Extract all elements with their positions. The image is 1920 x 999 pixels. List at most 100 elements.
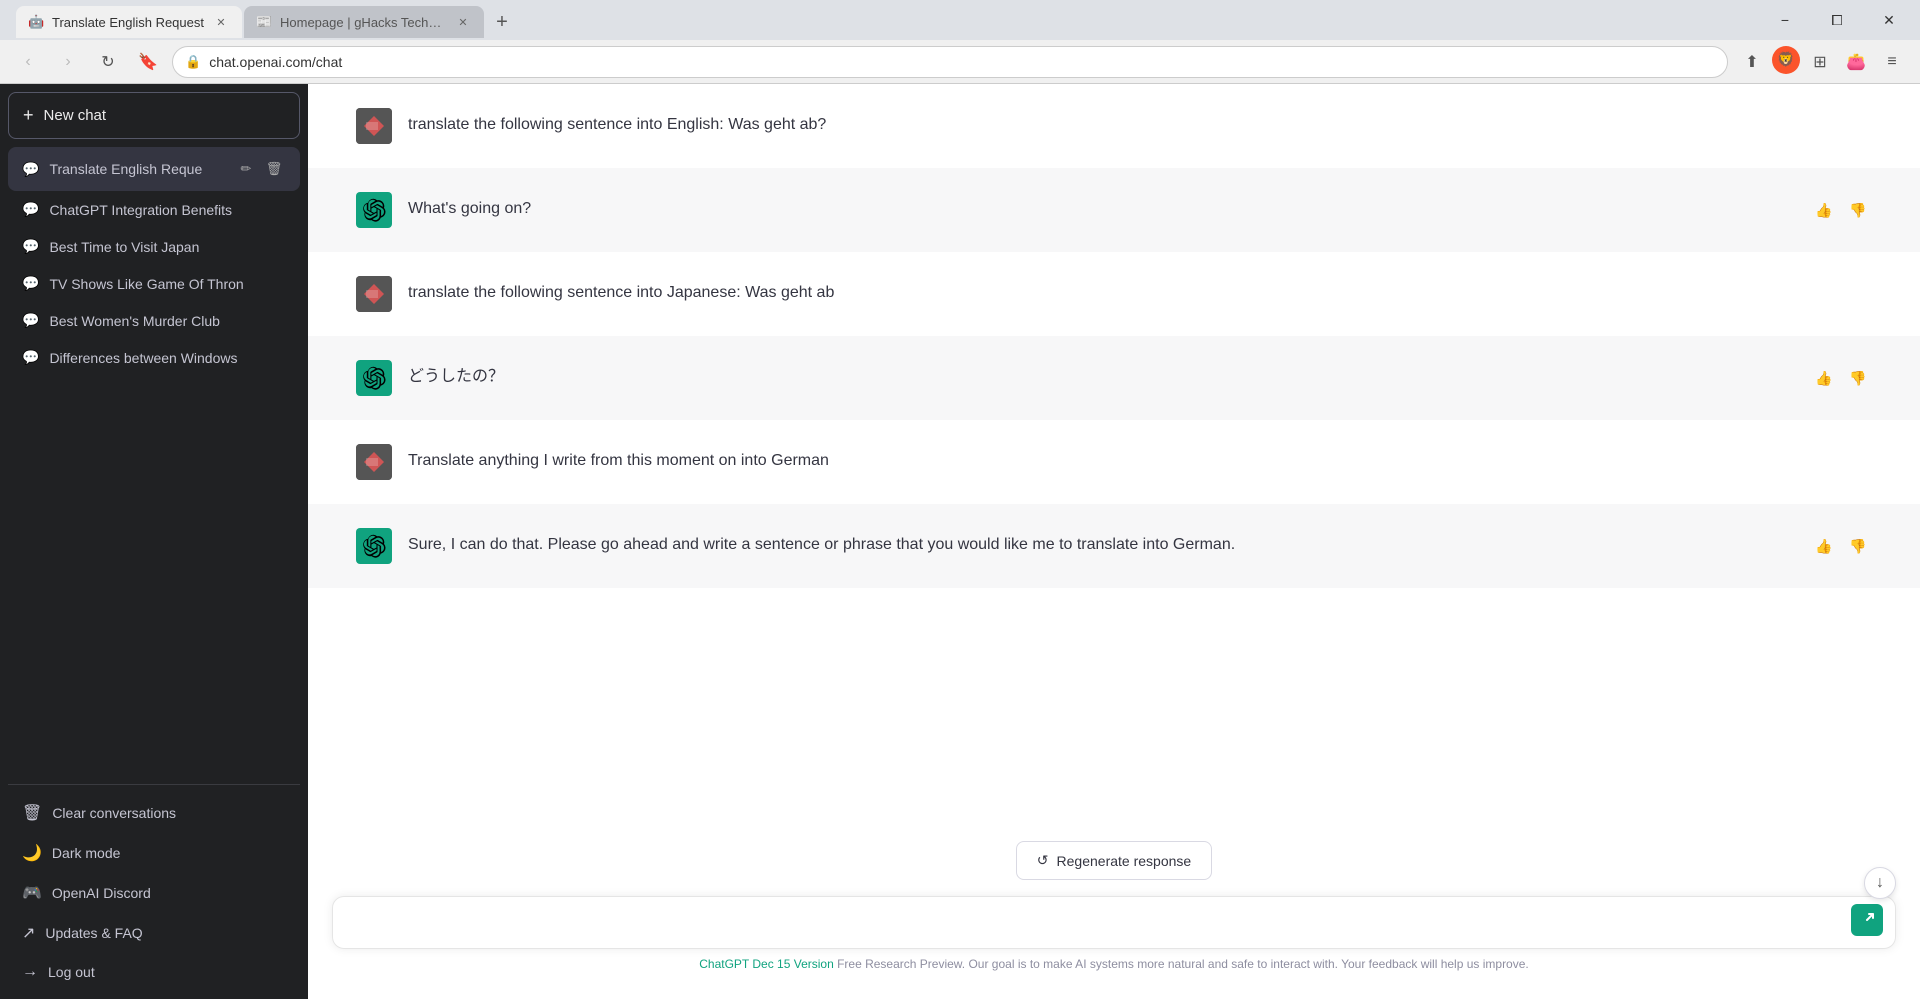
title-bar: 🤖 Translate English Request ✕ 📰 Homepage…	[0, 0, 1920, 40]
tab-ghacks[interactable]: 📰 Homepage | gHacks Technology News ✕	[244, 6, 484, 38]
chat-main: translate the following sentence into En…	[308, 84, 1920, 999]
thumbs-up-button-2[interactable]: 👍	[1810, 196, 1838, 224]
chat-item-label-1: ChatGPT Integration Benefits	[49, 202, 286, 218]
sidebar: + New chat 💬 Translate English Reque ✏ 🗑…	[0, 84, 308, 999]
new-chat-button[interactable]: + New chat	[8, 92, 300, 139]
message-content-2: What's going on?	[408, 192, 1308, 228]
dark-mode-button[interactable]: 🌙 Dark mode	[8, 833, 300, 873]
message-row-6: Sure, I can do that. Please go ahead and…	[308, 504, 1920, 588]
chat-bubble-icon-5: 💬	[22, 349, 39, 366]
updates-faq-label: Updates & FAQ	[45, 925, 142, 941]
chat-item-actions-0: ✏ 🗑	[234, 157, 286, 181]
chat-item-label-2: Best Time to Visit Japan	[49, 239, 286, 255]
new-chat-label: New chat	[44, 107, 107, 124]
thumbs-down-button-2[interactable]: 👎	[1844, 196, 1872, 224]
tab-close-1[interactable]: ✕	[212, 13, 230, 31]
thumbs-down-button-4[interactable]: 👎	[1844, 364, 1872, 392]
chat-bubble-icon-0: 💬	[22, 161, 39, 178]
close-button[interactable]: ✕	[1866, 4, 1912, 36]
chat-input[interactable]	[333, 897, 1895, 943]
sidebar-item-translate-english[interactable]: 💬 Translate English Reque ✏ 🗑	[8, 147, 300, 191]
thumbs-up-button-4[interactable]: 👍	[1810, 364, 1838, 392]
chatgpt-avatar-2	[356, 192, 392, 228]
trash-icon: 🗑	[22, 803, 42, 823]
openai-discord-button[interactable]: 🎮 OpenAI Discord	[8, 873, 300, 913]
chatgpt-avatar-4	[356, 360, 392, 396]
sidebar-item-chatgpt-integration[interactable]: 💬 ChatGPT Integration Benefits	[8, 191, 300, 228]
edit-chat-button[interactable]: ✏	[234, 157, 258, 181]
nav-actions: ⬆ 🦁 ⊞ 👛 ≡	[1736, 46, 1908, 78]
back-button[interactable]: ‹	[12, 46, 44, 78]
messages-container: translate the following sentence into En…	[308, 84, 1920, 825]
chat-bubble-icon-1: 💬	[22, 201, 39, 218]
chat-item-label-4: Best Women's Murder Club	[49, 313, 286, 329]
footer-text: ChatGPT Dec 15 Version Free Research Pre…	[332, 949, 1896, 975]
dark-mode-label: Dark mode	[52, 845, 120, 861]
sidebar-toggle-button[interactable]: ⊞	[1804, 46, 1836, 78]
tab-title-1: Translate English Request	[52, 15, 204, 30]
regenerate-button[interactable]: ↺ Regenerate response	[1016, 841, 1212, 880]
message-content-6: Sure, I can do that. Please go ahead and…	[408, 528, 1308, 564]
footer-link[interactable]: ChatGPT Dec 15 Version	[699, 957, 834, 971]
wallet-button[interactable]: 👛	[1840, 46, 1872, 78]
tab-favicon-1: 🤖	[28, 14, 44, 30]
chat-item-label-3: TV Shows Like Game Of Thron	[49, 276, 286, 292]
browser-frame: 🤖 Translate English Request ✕ 📰 Homepage…	[0, 0, 1920, 999]
sidebar-bottom: 🗑 Clear conversations 🌙 Dark mode 🎮 Open…	[8, 793, 300, 991]
sidebar-item-tv-shows[interactable]: 💬 TV Shows Like Game Of Thron	[8, 265, 300, 302]
sidebar-item-best-time-japan[interactable]: 💬 Best Time to Visit Japan	[8, 228, 300, 265]
brave-shield-button[interactable]: 🦁	[1772, 46, 1800, 74]
message-row-5: Translate anything I write from this mom…	[308, 420, 1920, 504]
message-row-2: What's going on? 👍 👎	[308, 168, 1920, 252]
new-tab-button[interactable]: +	[486, 6, 518, 38]
log-out-button[interactable]: → Log out	[8, 953, 300, 991]
tab-favicon-2: 📰	[256, 14, 272, 30]
delete-chat-button[interactable]: 🗑	[262, 157, 286, 181]
message-row-3: translate the following sentence into Ja…	[308, 252, 1920, 336]
discord-icon: 🎮	[22, 883, 42, 903]
chat-list: 💬 Translate English Reque ✏ 🗑 💬 ChatGPT …	[8, 147, 300, 776]
refresh-button[interactable]: ↻	[92, 46, 124, 78]
scroll-bottom-button[interactable]: ↓	[1864, 867, 1896, 899]
sidebar-divider	[8, 784, 300, 785]
thumbs-up-button-6[interactable]: 👍	[1810, 532, 1838, 560]
updates-faq-button[interactable]: ↗ Updates & FAQ	[8, 913, 300, 953]
log-out-label: Log out	[48, 964, 95, 980]
tab-bar: 🤖 Translate English Request ✕ 📰 Homepage…	[8, 2, 1754, 38]
clear-conversations-button[interactable]: 🗑 Clear conversations	[8, 793, 300, 833]
address-bar[interactable]: 🔒 chat.openai.com/chat	[172, 46, 1728, 78]
chat-bubble-icon-4: 💬	[22, 312, 39, 329]
chat-bubble-icon-2: 💬	[22, 238, 39, 255]
tab-translate-english[interactable]: 🤖 Translate English Request ✕	[16, 6, 242, 38]
message-actions-6: 👍 👎	[1810, 528, 1872, 560]
menu-button[interactable]: ≡	[1876, 46, 1908, 78]
message-content-4: どうしたの？	[408, 360, 1308, 396]
regenerate-icon: ↺	[1037, 852, 1049, 869]
user-avatar-3	[356, 276, 392, 312]
window-controls: − ⧠ ✕	[1762, 4, 1912, 36]
minimize-button[interactable]: −	[1762, 4, 1808, 36]
forward-button[interactable]: ›	[52, 46, 84, 78]
sidebar-item-best-womens[interactable]: 💬 Best Women's Murder Club	[8, 302, 300, 339]
tab-title-2: Homepage | gHacks Technology News	[280, 15, 446, 30]
message-content-5: Translate anything I write from this mom…	[408, 444, 1308, 480]
message-row-1: translate the following sentence into En…	[308, 84, 1920, 168]
nav-bar: ‹ › ↻ 🔖 🔒 chat.openai.com/chat ⬆ 🦁 ⊞ 👛 ≡	[0, 40, 1920, 84]
logout-icon: →	[22, 963, 38, 981]
input-area: ↺ Regenerate response ChatGPT Dec 15 Ver…	[308, 825, 1920, 999]
chat-item-label-0: Translate English Reque	[49, 161, 224, 177]
send-button[interactable]	[1851, 904, 1883, 936]
user-avatar-1	[356, 108, 392, 144]
app-container: + New chat 💬 Translate English Reque ✏ 🗑…	[0, 84, 1920, 999]
moon-icon: 🌙	[22, 843, 42, 863]
share-button[interactable]: ⬆	[1736, 46, 1768, 78]
thumbs-down-button-6[interactable]: 👎	[1844, 532, 1872, 560]
message-actions-4: 👍 👎	[1810, 360, 1872, 392]
tab-close-2[interactable]: ✕	[454, 13, 472, 31]
plus-icon: +	[23, 105, 34, 126]
sidebar-item-differences-windows[interactable]: 💬 Differences between Windows	[8, 339, 300, 376]
maximize-button[interactable]: ⧠	[1814, 4, 1860, 36]
bookmark-button[interactable]: 🔖	[132, 46, 164, 78]
message-row-4: どうしたの？ 👍 👎	[308, 336, 1920, 420]
footer-description: Free Research Preview. Our goal is to ma…	[834, 957, 1529, 971]
